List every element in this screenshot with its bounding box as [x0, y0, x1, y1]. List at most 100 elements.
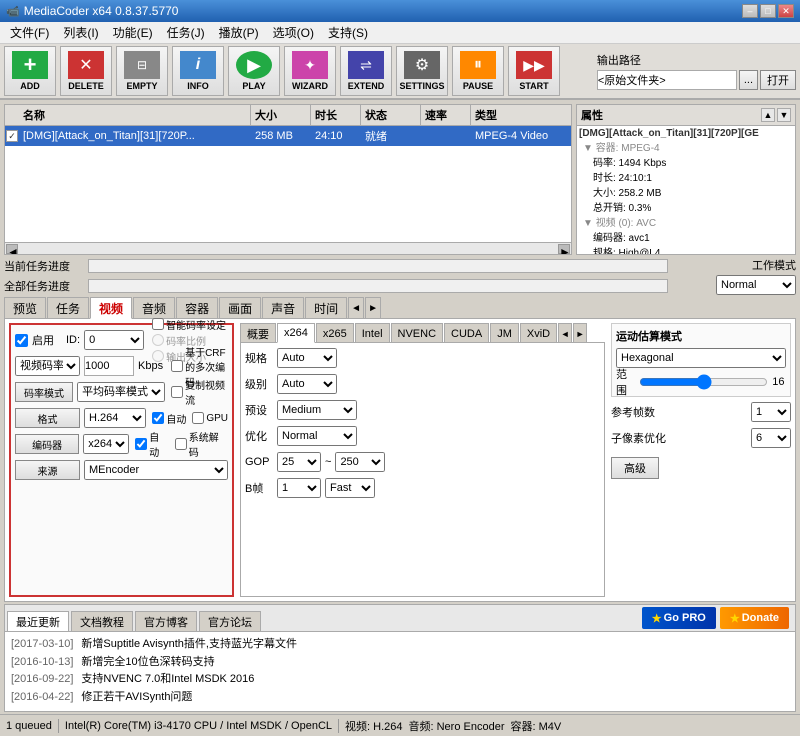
tab-time[interactable]: 时间 — [305, 297, 347, 319]
open-button[interactable]: 打开 — [760, 70, 796, 90]
menu-list[interactable]: 列表(I) — [57, 22, 104, 43]
status-audio: 音频: Nero Encoder — [409, 718, 505, 734]
subpixel-select[interactable]: 6 — [751, 428, 791, 448]
pause-button[interactable]: ⏸ PAUSE — [452, 46, 504, 96]
col-name: 名称 — [19, 105, 251, 125]
donate-button[interactable]: ★ Donate — [720, 607, 789, 629]
output-path-input[interactable] — [597, 70, 737, 90]
format-select[interactable]: H.264 — [84, 408, 146, 428]
total-progress-bar — [88, 279, 668, 293]
sub-tab-nvenc[interactable]: NVENC — [391, 323, 444, 343]
source-button[interactable]: 来源 — [15, 460, 80, 480]
level-select[interactable]: Auto — [277, 374, 337, 394]
rate-input[interactable] — [84, 356, 134, 376]
close-button[interactable]: ✕ — [778, 4, 794, 18]
copy-stream-label: 复制视频流 — [185, 377, 228, 407]
optimize-select[interactable]: Normal PSNR SSIM — [277, 426, 357, 446]
tab-video[interactable]: 视频 — [90, 297, 132, 319]
sub-tab-x265[interactable]: x265 — [316, 323, 354, 343]
news-tab-updates[interactable]: 最近更新 — [7, 611, 69, 631]
sys-decode-checkbox[interactable] — [175, 438, 187, 450]
sub-tab-nav-prev[interactable]: ◄ — [558, 323, 572, 343]
video-rate-select[interactable]: 视频码率 — [15, 356, 80, 376]
menu-options[interactable]: 选项(O) — [267, 22, 320, 43]
prop-scroll-down[interactable]: ▼ — [777, 108, 791, 122]
spec-select[interactable]: Auto Baseline Main High — [277, 348, 337, 368]
bitrate-mode-button[interactable]: 码率模式 — [15, 382, 73, 402]
preset-select[interactable]: Ultrafast Fast Medium Slow — [277, 400, 357, 420]
encoder-button[interactable]: 编码器 — [15, 434, 79, 454]
source-select[interactable]: MEncoder — [84, 460, 228, 480]
ref-select[interactable]: 1 — [751, 402, 791, 422]
scroll-left[interactable]: ◄ — [6, 244, 18, 254]
menu-task[interactable]: 任务(J) — [161, 22, 211, 43]
gpu-checkbox[interactable] — [192, 412, 204, 424]
advanced-button[interactable]: 高级 — [611, 457, 659, 479]
auto2-checkbox[interactable] — [135, 438, 147, 450]
start-button[interactable]: ▶▶ START — [508, 46, 560, 96]
format-button[interactable]: 格式 — [15, 408, 80, 428]
preset-label: 预设 — [245, 402, 273, 418]
news-item: [2016-09-22] 支持NVENC 7.0和Intel MSDK 2016 — [11, 671, 789, 689]
play-button[interactable]: ▶ PLAY — [228, 46, 280, 96]
work-mode-label: 工作模式 — [752, 257, 796, 273]
menu-support[interactable]: 支持(S) — [322, 22, 374, 43]
smart-bitrate-checkbox[interactable] — [152, 318, 164, 330]
gop-max-select[interactable]: 250 — [335, 452, 385, 472]
table-row[interactable]: ✓ [DMG][Attack_on_Titan][31][720P... 258… — [5, 126, 571, 146]
auto1-checkbox[interactable] — [152, 412, 164, 424]
sub-tab-nav-next[interactable]: ► — [573, 323, 587, 343]
rate-unit: Kbps — [138, 360, 163, 372]
menu-play[interactable]: 播放(P) — [213, 22, 265, 43]
minimize-button[interactable]: – — [742, 4, 758, 18]
col-duration: 时长 — [311, 105, 361, 125]
crf-checkbox[interactable] — [171, 360, 183, 372]
add-button[interactable]: + ADD — [4, 46, 56, 96]
tab-nav-prev[interactable]: ◄ — [348, 297, 364, 319]
sub-tab-x264[interactable]: x264 — [277, 323, 315, 343]
range-slider[interactable] — [639, 375, 768, 389]
id-select[interactable]: 0 — [84, 330, 144, 350]
sub-tab-cuda[interactable]: CUDA — [444, 323, 489, 343]
browse-button[interactable]: ... — [739, 70, 758, 90]
bframe-mode-select[interactable]: Fast — [325, 478, 375, 498]
motion-est-select[interactable]: Hexagonal — [616, 348, 786, 368]
enable-checkbox[interactable] — [15, 334, 28, 347]
delete-button[interactable]: ✕ DELETE — [60, 46, 112, 96]
info-button[interactable]: i INFO — [172, 46, 224, 96]
wizard-button[interactable]: ✦ WIZARD — [284, 46, 336, 96]
output-label: 输出路径 — [597, 52, 641, 68]
bitrate-ratio-radio[interactable] — [152, 334, 164, 346]
menu-file[interactable]: 文件(F) — [4, 22, 55, 43]
settings-button[interactable]: ⚙ SETTINGS — [396, 46, 448, 96]
gop-select[interactable]: 25 — [277, 452, 321, 472]
copy-stream-checkbox[interactable] — [171, 386, 183, 398]
news-tab-forum[interactable]: 官方论坛 — [199, 611, 261, 631]
extend-button[interactable]: ⇌ EXTEND — [340, 46, 392, 96]
id-label: ID: — [66, 334, 80, 346]
encoder-select[interactable]: x264 — [83, 434, 129, 454]
bframe-select[interactable]: 1 — [277, 478, 321, 498]
sub-tab-overview[interactable]: 概要 — [240, 323, 276, 343]
sub-tab-xvid[interactable]: XviD — [520, 323, 557, 343]
tab-sound[interactable]: 声音 — [262, 297, 304, 319]
work-mode-select[interactable]: Normal Fast Slow — [716, 275, 796, 295]
sub-tab-jm[interactable]: JM — [490, 323, 519, 343]
news-item: [2016-04-22] 修正若干AVISynth问题 — [11, 689, 789, 707]
status-cpu: Intel(R) Core(TM) i3-4170 CPU / Intel MS… — [65, 720, 332, 732]
go-pro-button[interactable]: ★ Go PRO — [642, 607, 716, 629]
menu-function[interactable]: 功能(E) — [107, 22, 159, 43]
news-tab-docs[interactable]: 文档教程 — [71, 611, 133, 631]
empty-button[interactable]: ⊟ EMPTY — [116, 46, 168, 96]
scroll-right[interactable]: ► — [558, 244, 570, 254]
tab-preview[interactable]: 预览 — [4, 297, 46, 319]
prop-scroll-up[interactable]: ▲ — [761, 108, 775, 122]
maximize-button[interactable]: □ — [760, 4, 776, 18]
bitrate-mode-select[interactable]: 平均码率模式 — [77, 382, 165, 402]
current-progress-bar — [88, 259, 668, 273]
tab-nav-next[interactable]: ► — [365, 297, 381, 319]
sub-tab-intel[interactable]: Intel — [355, 323, 390, 343]
enable-label: 启用 — [32, 332, 54, 348]
tab-task[interactable]: 任务 — [47, 297, 89, 319]
news-tab-blog[interactable]: 官方博客 — [135, 611, 197, 631]
